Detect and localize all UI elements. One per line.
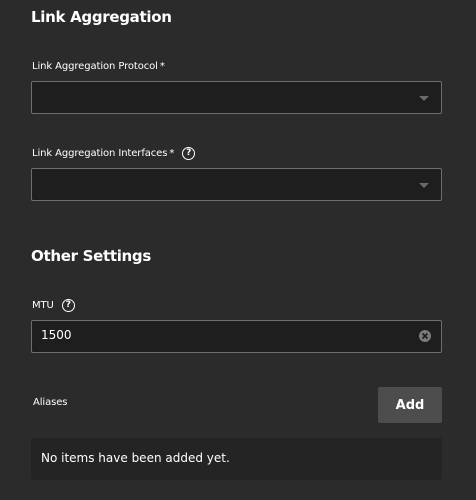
help-icon[interactable]: ?	[182, 147, 196, 160]
aliases-empty-list: No items have been added yet.	[31, 438, 442, 480]
link-aggregation-protocol-label-text: Link Aggregation Protocol	[32, 61, 158, 72]
clear-icon[interactable]	[419, 330, 431, 342]
mtu-label-text: MTU	[32, 300, 54, 311]
link-aggregation-interfaces-label: Link Aggregation Interfaces * ?	[32, 147, 196, 160]
mtu-label: MTU ?	[32, 299, 75, 312]
link-aggregation-protocol-select[interactable]	[31, 81, 442, 114]
mtu-input[interactable]: 1500	[31, 320, 442, 353]
section-title-link-aggregation: Link Aggregation	[31, 8, 172, 26]
required-mark: *	[159, 61, 165, 72]
required-mark: *	[169, 148, 175, 159]
help-icon[interactable]: ?	[61, 299, 75, 312]
close-icon	[421, 332, 429, 340]
dropdown-caret-icon	[419, 183, 429, 188]
section-title-other-settings: Other Settings	[31, 247, 151, 265]
link-aggregation-interfaces-select[interactable]	[31, 168, 442, 201]
empty-state-text: No items have been added yet.	[41, 451, 230, 465]
mtu-input-value: 1500	[41, 328, 72, 342]
link-aggregation-protocol-label: Link Aggregation Protocol *	[32, 61, 165, 72]
dropdown-caret-icon	[419, 96, 429, 101]
aliases-label: Aliases	[33, 397, 68, 408]
add-alias-button[interactable]: Add	[378, 387, 442, 423]
link-aggregation-interfaces-label-text: Link Aggregation Interfaces	[32, 148, 168, 159]
